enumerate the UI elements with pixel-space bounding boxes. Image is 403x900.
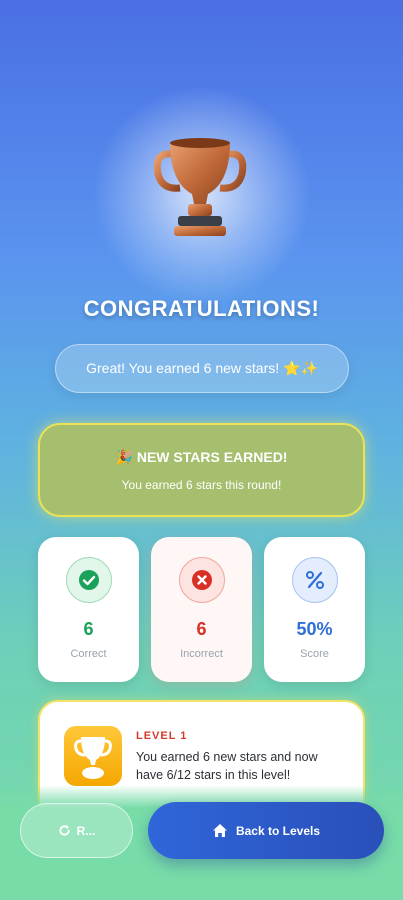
score-value: 50% [296,619,333,639]
retry-button[interactable]: R... [20,803,133,858]
incorrect-value: 6 [196,619,207,639]
check-icon [78,570,99,590]
score-label: Score [300,648,329,660]
new-stars-heading: 🎉 NEW STARS EARNED! [115,448,288,465]
level-progress-text: You earned 6 new stars and now have 6/12… [136,750,318,782]
level-label: LEVEL 1 [136,730,188,742]
new-stars-subtext: You earned 6 stars this round! [121,477,282,492]
score-icon-circle [291,557,338,603]
incorrect-icon-circle [178,557,225,603]
trophy-icon [74,737,112,779]
stat-card-score: 50% Score [264,537,365,682]
stat-card-correct: 6 Correct [38,537,139,682]
new-stars-banner: 🎉 NEW STARS EARNED! You earned 6 stars t… [38,423,365,517]
correct-label: Correct [70,648,107,660]
home-icon [212,824,227,837]
retry-label: R... [76,823,96,838]
percent-icon [305,571,324,589]
back-to-levels-button[interactable]: Back to Levels [148,802,384,859]
correct-value: 6 [83,619,94,639]
incorrect-label: Incorrect [180,648,223,660]
back-to-levels-label: Back to Levels [235,823,321,838]
page-title: CONGRATULATIONS! [83,296,320,321]
correct-icon-circle [65,557,112,603]
trophy-icon [153,138,247,236]
refresh-icon [59,824,70,836]
x-icon [191,570,212,590]
level-trophy-badge [64,726,122,786]
earned-message: Great! You earned 6 new stars! ⭐✨ [55,344,349,393]
stat-card-incorrect: 6 Incorrect [151,537,252,682]
